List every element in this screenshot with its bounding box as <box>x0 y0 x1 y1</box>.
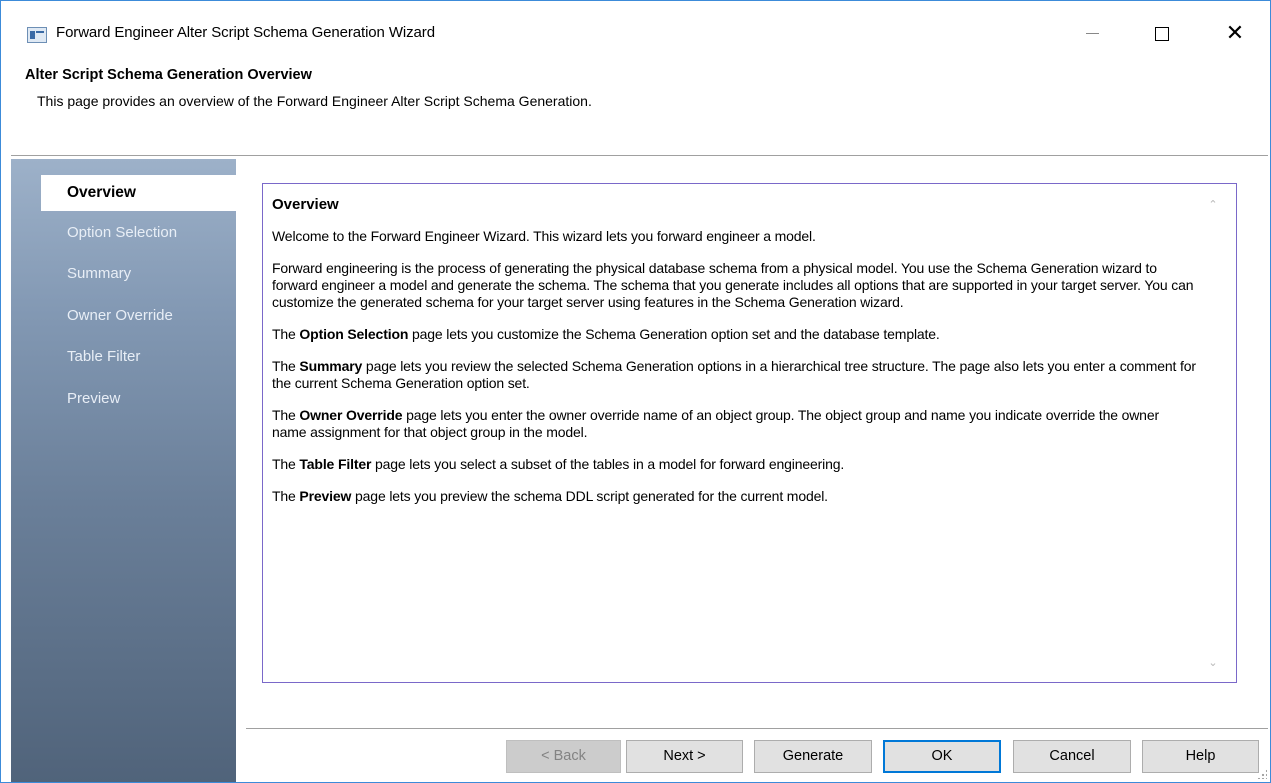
sidebar-item-label: Option Selection <box>67 224 178 241</box>
page-header: Alter Script Schema Generation Overview … <box>1 45 1270 155</box>
sidebar-item-label: Summary <box>67 265 132 282</box>
wizard-window: Forward Engineer Alter Script Schema Gen… <box>0 0 1271 783</box>
page-title: Alter Script Schema Generation Overview <box>25 67 312 83</box>
paragraph-text: page lets you preview the schema DDL scr… <box>351 488 828 504</box>
paragraph-lead: The <box>272 456 300 472</box>
paragraph-term: Preview <box>299 488 352 504</box>
window-title: Forward Engineer Alter Script Schema Gen… <box>56 24 435 41</box>
scroll-up-icon[interactable]: ⌃ <box>1206 198 1220 212</box>
sidebar-item-preview[interactable]: Preview <box>41 381 236 417</box>
close-icon: ✕ <box>1225 21 1245 46</box>
cancel-button[interactable]: Cancel <box>1013 740 1131 773</box>
sidebar-item-table-filter[interactable]: Table Filter <box>41 339 236 375</box>
paragraph-term: Owner Override <box>299 407 403 423</box>
overview-text-panel[interactable]: Overview Welcome to the Forward Engineer… <box>262 183 1237 683</box>
sidebar-item-owner-override[interactable]: Owner Override <box>41 298 236 334</box>
sidebar-item-option-selection[interactable]: Option Selection <box>41 215 236 251</box>
welcome-text: Welcome to the Forward Engineer Wizard. … <box>272 228 816 244</box>
maximize-icon <box>1155 26 1169 41</box>
sidebar-item-overview[interactable]: Overview <box>41 175 236 211</box>
paragraph-lead: The <box>272 358 300 374</box>
paragraph-lead: The <box>272 326 300 342</box>
help-button[interactable]: Help <box>1142 740 1259 773</box>
paragraph-term: Table Filter <box>299 456 372 472</box>
paragraph-lead: The <box>272 488 300 504</box>
back-button[interactable]: < Back <box>506 740 621 773</box>
paragraph-text: page lets you enter the owner override n… <box>272 407 1159 440</box>
sidebar-item-label: Preview <box>67 390 121 407</box>
paragraph-text: page lets you customize the Schema Gener… <box>408 326 940 342</box>
paragraph-text: page lets you review the selected Schema… <box>272 358 1196 391</box>
sidebar-item-label: Owner Override <box>67 307 173 324</box>
sidebar-item-summary[interactable]: Summary <box>41 256 236 292</box>
option-selection-paragraph: The Option Selection page lets you custo… <box>272 326 1197 343</box>
paragraph-term: Option Selection <box>299 326 409 342</box>
page-description: This page provides an overview of the Fo… <box>37 93 592 109</box>
scroll-down-icon[interactable]: ⌄ <box>1206 656 1220 670</box>
content-heading: Overview <box>272 196 339 213</box>
paragraph-term: Summary <box>299 358 363 374</box>
overview-text: Overview Welcome to the Forward Engineer… <box>272 196 1197 520</box>
paragraph-text: page lets you select a subset of the tab… <box>371 456 845 472</box>
intro-text: Forward engineering is the process of ge… <box>272 260 1194 310</box>
summary-paragraph: The Summary page lets you review the sel… <box>272 358 1197 392</box>
app-icon <box>27 27 47 43</box>
sidebar-item-label: Overview <box>67 184 136 201</box>
wizard-steps-sidebar: Overview Option Selection Summary Owner … <box>11 159 236 782</box>
next-button[interactable]: Next > <box>626 740 743 773</box>
preview-paragraph: The Preview page lets you preview the sc… <box>272 488 1197 505</box>
table-filter-paragraph: The Table Filter page lets you select a … <box>272 456 1197 473</box>
generate-button[interactable]: Generate <box>754 740 872 773</box>
sidebar-item-label: Table Filter <box>67 348 141 365</box>
ok-button[interactable]: OK <box>883 740 1001 773</box>
minimize-icon <box>1085 33 1099 34</box>
paragraph-lead: The <box>272 407 300 423</box>
title-bar: Forward Engineer Alter Script Schema Gen… <box>1 1 1270 46</box>
footer-divider-highlight <box>246 729 1268 730</box>
owner-override-paragraph: The Owner Override page lets you enter t… <box>272 407 1197 441</box>
header-divider-highlight <box>11 156 1268 157</box>
